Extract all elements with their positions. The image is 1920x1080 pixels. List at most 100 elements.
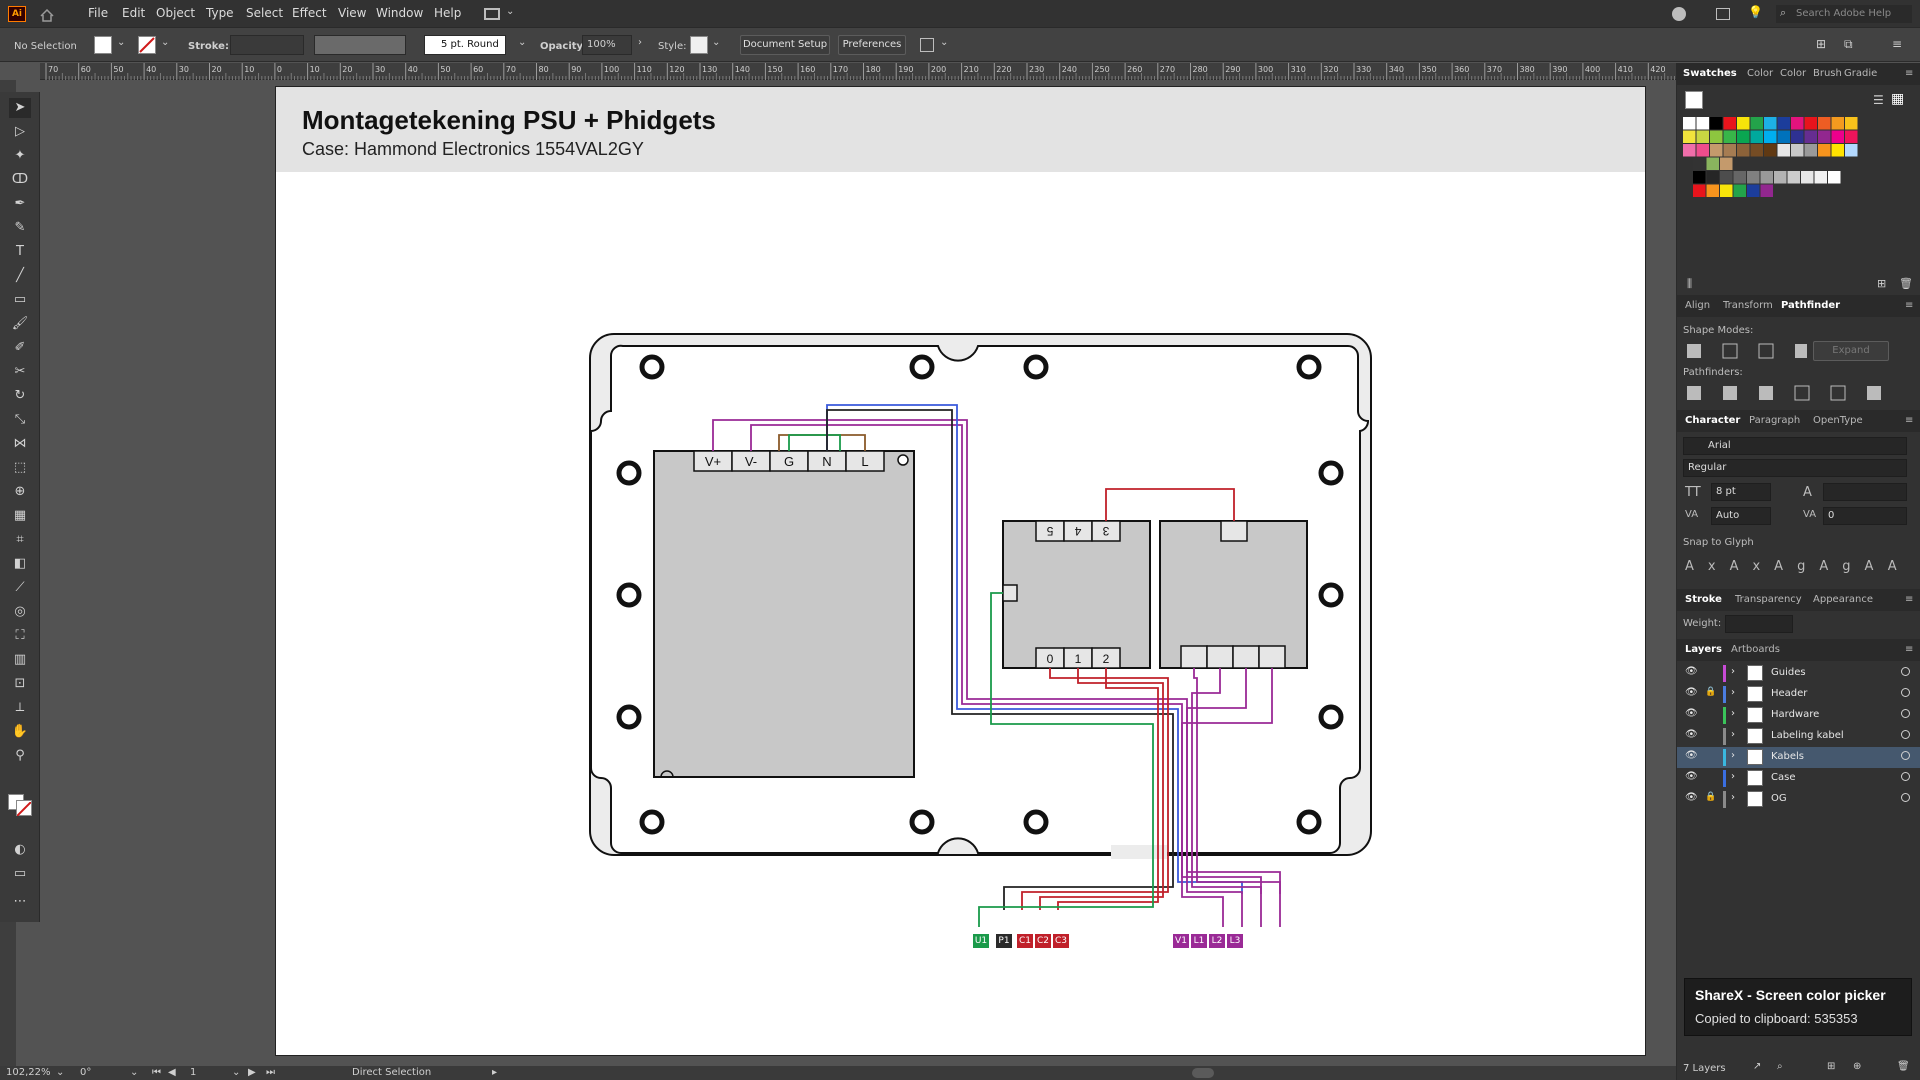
layer-name[interactable]: OG xyxy=(1771,793,1787,804)
target-circle-icon[interactable] xyxy=(1901,709,1910,718)
new-sublayer-icon[interactable]: ⊞ xyxy=(1827,1061,1835,1072)
layer-row[interactable]: 👁 › Hardware xyxy=(1677,705,1920,726)
graphic-style-swatch[interactable] xyxy=(690,36,708,54)
lock-icon[interactable]: 🔒 xyxy=(1705,792,1716,802)
tracking-input[interactable]: 0 xyxy=(1823,507,1907,525)
layer-name[interactable]: Hardware xyxy=(1771,709,1819,720)
stroke-swatch[interactable] xyxy=(138,36,156,54)
fill-swatch[interactable] xyxy=(94,36,112,54)
tab-align[interactable]: Align xyxy=(1685,300,1710,311)
target-circle-icon[interactable] xyxy=(1901,730,1910,739)
magic-wand-tool-icon[interactable]: ✦ xyxy=(9,146,31,166)
tab-artboards[interactable]: Artboards xyxy=(1731,644,1780,655)
visibility-eye-icon[interactable]: 👁 xyxy=(1685,771,1698,782)
delete-swatch-icon[interactable]: 🗑 xyxy=(1899,277,1913,290)
mesh-tool-icon[interactable]: ⌗ xyxy=(9,530,31,550)
preferences-button[interactable]: Preferences xyxy=(838,35,906,55)
swatch-grid[interactable] xyxy=(1683,117,1863,199)
tab-transform[interactable]: Transform xyxy=(1723,300,1773,311)
rectangle-tool-icon[interactable]: ▭ xyxy=(9,290,31,310)
panel-menu-icon[interactable]: ≡ xyxy=(1905,300,1913,311)
panel-toggle-icon[interactable]: ⊞ xyxy=(1816,37,1826,51)
chevron-right-icon[interactable]: ▸ xyxy=(492,1067,497,1078)
layer-name[interactable]: Case xyxy=(1771,772,1795,783)
column-graph-tool-icon[interactable]: ▥ xyxy=(9,650,31,670)
layer-row[interactable]: 👁 › Case xyxy=(1677,768,1920,789)
target-circle-icon[interactable] xyxy=(1901,793,1910,802)
grid-view-icon[interactable]: ▦ xyxy=(1891,91,1904,107)
rotate-tool-icon[interactable]: ↻ xyxy=(9,386,31,406)
tab-paragraph[interactable]: Paragraph xyxy=(1749,415,1800,426)
snap-options[interactable]: AxAxAgAgAA xyxy=(1685,559,1911,574)
search-field[interactable]: ⌕ Search Adobe Help xyxy=(1776,5,1912,23)
visibility-eye-icon[interactable]: 👁 xyxy=(1685,687,1698,698)
locate-object-icon[interactable]: ⌕ xyxy=(1777,1061,1783,1072)
shaper-tool-icon[interactable]: ✐ xyxy=(9,338,31,358)
new-swatch-icon[interactable]: ⊞ xyxy=(1877,277,1886,290)
line-tool-icon[interactable]: ╱ xyxy=(9,266,31,286)
panel-menu-icon[interactable]: ≡ xyxy=(1905,415,1913,426)
chevron-right-icon[interactable]: › xyxy=(1731,750,1735,761)
gradient-tool-icon[interactable]: ◧ xyxy=(9,554,31,574)
layer-row[interactable]: 👁 › Guides xyxy=(1677,663,1920,684)
tab-gradient[interactable]: Gradie xyxy=(1844,68,1877,79)
swatch-current-fill[interactable] xyxy=(1685,91,1703,109)
tab-brushes[interactable]: Brush xyxy=(1813,68,1842,79)
direct-selection-tool-icon[interactable]: ▷ xyxy=(9,122,31,142)
layer-row[interactable]: 👁 › Kabels xyxy=(1677,747,1920,768)
type-tool-icon[interactable]: T xyxy=(9,242,31,262)
curvature-tool-icon[interactable]: ✎ xyxy=(9,218,31,238)
list-view-icon[interactable]: ☰ xyxy=(1873,93,1884,107)
chevron-down-icon[interactable]: ⌄ xyxy=(940,37,948,48)
new-layer-icon[interactable]: ⊕ xyxy=(1853,1061,1861,1072)
chevron-down-icon[interactable]: ⌄ xyxy=(518,37,526,48)
hand-tool-icon[interactable]: ✋ xyxy=(9,722,31,742)
lightbulb-icon[interactable]: 💡 xyxy=(1748,5,1763,19)
pathfinder-buttons[interactable] xyxy=(1687,385,1887,401)
visibility-eye-icon[interactable]: 👁 xyxy=(1685,708,1698,719)
menu-file[interactable]: File xyxy=(88,6,108,20)
scale-tool-icon[interactable]: ⤡ xyxy=(9,410,31,430)
tab-appearance[interactable]: Appearance xyxy=(1813,594,1873,605)
visibility-eye-icon[interactable]: 👁 xyxy=(1685,666,1698,677)
chevron-right-icon[interactable]: › xyxy=(1731,729,1735,740)
symbol-sprayer-tool-icon[interactable]: ⛶ xyxy=(9,626,31,646)
pen-tool-icon[interactable]: ✒ xyxy=(9,194,31,214)
layer-row[interactable]: 👁 🔒 › Header xyxy=(1677,684,1920,705)
leading-input[interactable] xyxy=(1823,483,1907,501)
rotation-value[interactable]: 0° xyxy=(80,1067,91,1078)
font-family-input[interactable]: Arial xyxy=(1683,437,1907,455)
menu-effect[interactable]: Effect xyxy=(292,6,327,20)
kerning-input[interactable]: Auto xyxy=(1711,507,1771,525)
chevron-right-icon[interactable]: › xyxy=(1731,687,1735,698)
paintbrush-tool-icon[interactable]: 🖌 xyxy=(9,314,31,334)
menu-icon[interactable]: ≡ xyxy=(1892,37,1902,51)
artboard-number[interactable]: 1 xyxy=(190,1067,196,1078)
visibility-eye-icon[interactable]: 👁 xyxy=(1685,750,1698,761)
target-circle-icon[interactable] xyxy=(1901,772,1910,781)
artboard-nav-prev-icon[interactable]: ◀ xyxy=(168,1067,176,1078)
more-tools-icon[interactable]: ⋯ xyxy=(9,892,31,912)
stroke-weight-field[interactable] xyxy=(1725,615,1793,633)
tab-character[interactable]: Character xyxy=(1685,415,1740,426)
workspace-switcher-icon[interactable] xyxy=(484,8,500,20)
chevron-right-icon[interactable]: › xyxy=(1731,771,1735,782)
chevron-down-icon[interactable]: ⌄ xyxy=(232,1067,240,1078)
artboard-nav-first-icon[interactable]: ⏮ xyxy=(152,1067,161,1078)
menu-window[interactable]: Window xyxy=(376,6,423,20)
selection-tool-icon[interactable]: ➤ xyxy=(9,98,31,118)
target-circle-icon[interactable] xyxy=(1901,751,1910,760)
target-circle-icon[interactable] xyxy=(1901,667,1910,676)
drawing-modes-icon[interactable]: ◐ xyxy=(9,840,31,860)
width-tool-icon[interactable]: ⋈ xyxy=(9,434,31,454)
chevron-right-icon[interactable]: › xyxy=(1731,708,1735,719)
scissors-tool-icon[interactable]: ✂ xyxy=(9,362,31,382)
menu-type[interactable]: Type xyxy=(206,6,234,20)
delete-layer-icon[interactable]: 🗑 xyxy=(1897,1061,1910,1072)
tab-color[interactable]: Color xyxy=(1747,68,1773,79)
menu-view[interactable]: View xyxy=(338,6,366,20)
tab-color-guide[interactable]: Color xyxy=(1780,68,1806,79)
chevron-down-icon[interactable]: ⌄ xyxy=(56,1067,64,1078)
tab-opentype[interactable]: OpenType xyxy=(1813,415,1863,426)
zoom-tool-icon[interactable]: ⚲ xyxy=(9,746,31,766)
